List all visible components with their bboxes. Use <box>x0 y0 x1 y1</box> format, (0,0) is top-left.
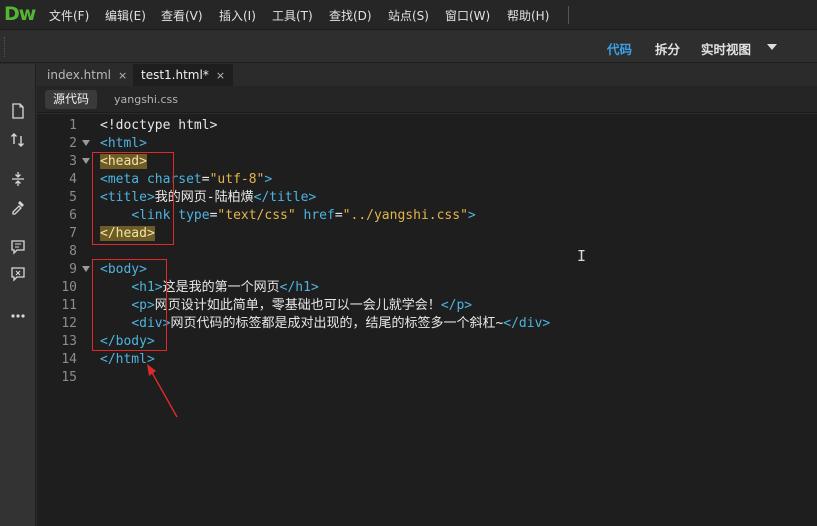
annotation-arrow <box>147 364 178 418</box>
text-cursor-icon: I <box>577 247 587 265</box>
